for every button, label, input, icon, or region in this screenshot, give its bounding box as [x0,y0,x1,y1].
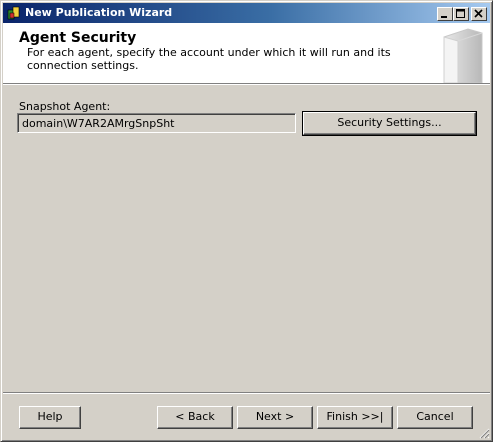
wizard-window: New Publication Wizard Agent Security Fo… [0,0,493,442]
page-description: For each agent, specify the account unde… [27,46,391,72]
cancel-button[interactable]: Cancel [397,406,473,429]
minimize-button[interactable] [437,7,453,21]
document-art-icon [430,23,490,84]
minimize-icon [441,16,447,18]
window-title: New Publication Wizard [25,6,173,19]
footer-separator [3,392,490,394]
help-button[interactable]: Help [19,406,81,429]
snapshot-agent-label: Snapshot Agent: [19,100,111,113]
wizard-header: Agent Security For each agent, specify t… [3,23,490,84]
resize-grip-icon[interactable] [478,427,490,439]
title-bar[interactable]: New Publication Wizard [3,3,490,23]
close-icon [474,9,483,18]
maximize-button[interactable] [453,7,469,21]
header-separator [3,84,490,85]
maximize-icon [456,9,465,18]
back-button[interactable]: < Back [157,406,233,429]
wizard-app-icon [7,6,21,20]
snapshot-agent-account-field: domain\W7AR2AMrgSnpSht [17,113,296,133]
page-title: Agent Security [19,30,137,46]
next-button[interactable]: Next > [237,406,313,429]
close-button[interactable] [471,7,487,21]
security-settings-button[interactable]: Security Settings... [302,111,477,136]
finish-button[interactable]: Finish >>| [317,406,393,429]
